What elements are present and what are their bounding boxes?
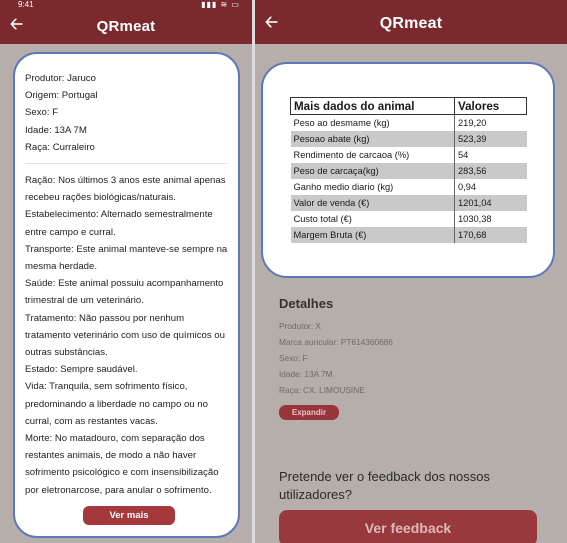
- app-header: 9:41 ▮▮▮ ≋ ▭ 🡠 QRmeat: [0, 0, 252, 44]
- detalhes-sexo: Sexo: F: [279, 353, 308, 363]
- left-phone-screen: 9:41 ▮▮▮ ≋ ▭ 🡠 QRmeat Produtor: Jaruco O…: [0, 0, 252, 543]
- row-label: Ganho medio diario (kg): [293, 181, 394, 192]
- detalhes-raca: Raça: CX. LIMOUSINE: [279, 385, 365, 395]
- table-row: Valor de venda (€) 1201,04: [290, 194, 527, 211]
- app-title: QRmeat: [379, 15, 443, 32]
- divider: [25, 163, 228, 165]
- row-value: 1030,38: [454, 210, 527, 227]
- row-value: 523,39: [454, 130, 527, 147]
- row-label: Peso ao desmame (kg): [293, 117, 390, 128]
- right-phone-screen: 🡠 QRmeat Detalhes Produtor: X Marca auri…: [255, 0, 567, 543]
- info-produtor: Produtor: Jaruco: [25, 73, 96, 84]
- row-label: Peso de carcaça(kg): [290, 162, 455, 179]
- ver-feedback-button[interactable]: Ver feedback: [279, 510, 537, 543]
- table-row: Ganho medio diario (kg) 0,94: [291, 178, 527, 195]
- detail-racao: Ração: Nos últimos 3 anos este animal ap…: [25, 175, 226, 204]
- detalhes-produtor: Produtor: X: [279, 321, 321, 331]
- row-value: 283,56: [454, 162, 527, 179]
- ver-mais-button[interactable]: Ver mais: [83, 506, 175, 525]
- row-value: 1201,04: [454, 194, 527, 211]
- feedback-question: Pretende ver o feedback dos nossos utili…: [279, 469, 491, 502]
- row-value: 170,68: [454, 226, 527, 243]
- row-label: Custo total (€): [293, 213, 352, 224]
- row-label: Margem Bruta (€): [290, 226, 455, 243]
- table-row: Peso ao desmame (kg) 219,20: [291, 114, 527, 131]
- detail-estado: Estado: Sempre saudável.: [25, 364, 138, 376]
- detalhes-marca-auricular: Marca auricular: PT614360686: [279, 337, 393, 347]
- detail-morte: Morte: No matadouro, com separação dos r…: [25, 433, 219, 496]
- table-header-value: Valores: [454, 97, 527, 115]
- detail-saude: Saúde: Este animal possuiu acompanhament…: [25, 278, 224, 307]
- row-value: 219,20: [454, 114, 527, 131]
- animal-data-table: Mais dados do animal Valores Peso ao des…: [290, 97, 527, 243]
- row-label: Pesoao abate (kg): [290, 130, 455, 147]
- detalhes-title: Detalhes: [279, 296, 334, 311]
- status-icons: ▮▮▮ ≋ ▭: [201, 0, 240, 9]
- info-idade: Idade: 13A 7M: [25, 124, 87, 136]
- row-label: Valor de venda (€): [290, 194, 455, 211]
- row-value: 0,94: [454, 178, 527, 195]
- table-row: Margem Bruta (€) 170,68: [290, 226, 527, 243]
- info-sexo: Sexo: F: [25, 107, 59, 119]
- info-raca: Raça: Curraleiro: [25, 141, 95, 153]
- expandir-button[interactable]: Expandir: [279, 405, 339, 420]
- detail-vida: Vida: Tranquila, sem sofrimento físico, …: [25, 381, 208, 427]
- animal-details-modal: Produtor: Jaruco Origem: Portugal Sexo: …: [13, 52, 240, 538]
- animal-data-modal: Mais dados do animal Valores Peso ao des…: [261, 62, 555, 278]
- info-origem: Origem: Portugal: [25, 90, 98, 102]
- detalhes-idade: Idade: 13A 7M: [279, 369, 333, 379]
- app-title: QRmeat: [96, 18, 156, 35]
- detail-estabelecimento: Estabelecimento: Alternado semestralment…: [25, 209, 213, 238]
- row-value: 54: [454, 146, 527, 163]
- app-header: 🡠 QRmeat: [255, 0, 567, 44]
- table-row: Rendimento de carcaoa (%) 54: [291, 146, 527, 163]
- status-time: 9:41: [18, 0, 34, 9]
- table-row: Pesoao abate (kg) 523,39: [290, 130, 527, 147]
- table-row: Custo total (€) 1030,38: [291, 210, 527, 227]
- detail-transporte: Transporte: Este animal manteve-se sempr…: [25, 243, 228, 273]
- table-row: Peso de carcaça(kg) 283,56: [290, 162, 527, 179]
- status-bar: 9:41 ▮▮▮ ≋ ▭: [0, 0, 252, 10]
- table-header-label: Mais dados do animal: [290, 97, 455, 115]
- table-header-row: Mais dados do animal Valores: [290, 97, 527, 115]
- row-label: Rendimento de carcaoa (%): [293, 149, 410, 160]
- detail-tratamento: Tratamento: Não passou por nenhum tratam…: [25, 312, 225, 359]
